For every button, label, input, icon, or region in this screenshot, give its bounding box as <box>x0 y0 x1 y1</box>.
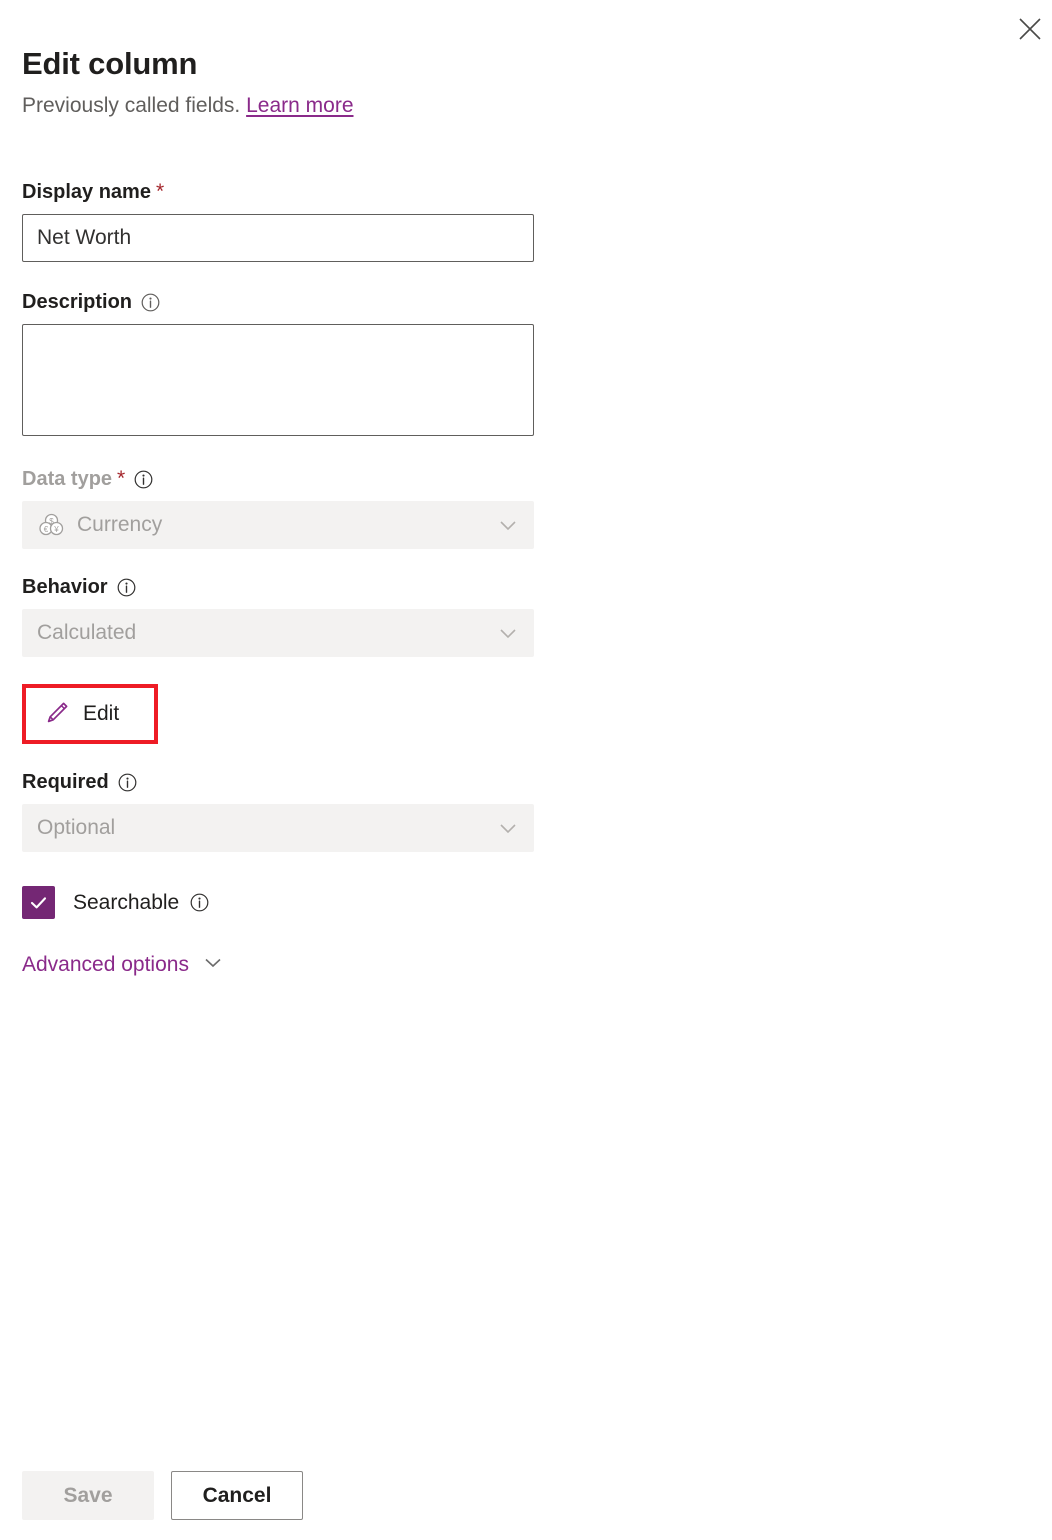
description-label-row: Description <box>22 290 534 314</box>
edit-behavior-button[interactable]: Edit <box>26 688 154 740</box>
field-required: Required Optional <box>22 770 534 852</box>
panel-subtitle: Previously called fields. Learn more <box>22 92 1030 120</box>
edit-behavior-container: Edit <box>22 684 158 744</box>
display-name-label: Display name <box>22 180 151 204</box>
required-value: Optional <box>37 816 497 840</box>
behavior-dropdown[interactable]: Calculated <box>22 609 534 657</box>
pencil-icon <box>43 699 71 730</box>
field-behavior: Behavior Calculated <box>22 575 534 657</box>
behavior-label-row: Behavior <box>22 575 534 599</box>
display-name-input[interactable] <box>22 214 534 262</box>
field-description: Description <box>22 290 534 441</box>
description-textarea[interactable] <box>22 324 534 436</box>
data-type-value: Currency <box>77 513 497 537</box>
field-display-name: Display name * <box>22 180 534 262</box>
close-button[interactable] <box>1008 8 1052 52</box>
searchable-label: Searchable <box>73 891 179 915</box>
required-dropdown[interactable]: Optional <box>22 804 534 852</box>
info-icon[interactable] <box>141 293 160 312</box>
svg-text:¥: ¥ <box>53 525 59 534</box>
description-label: Description <box>22 290 132 314</box>
edit-behavior-label: Edit <box>83 702 119 726</box>
edit-column-panel: Edit column Previously called fields. Le… <box>0 0 1052 1540</box>
info-icon[interactable] <box>190 893 209 912</box>
panel-header: Edit column Previously called fields. Le… <box>22 44 1030 120</box>
svg-text:€: € <box>44 525 49 534</box>
info-icon[interactable] <box>117 578 136 597</box>
required-label: Required <box>22 770 109 794</box>
field-data-type: Data type * $ € <box>22 467 534 549</box>
save-button[interactable]: Save <box>22 1471 154 1520</box>
required-asterisk: * <box>156 182 164 202</box>
panel-footer: Save Cancel <box>22 1471 303 1520</box>
required-label-row: Required <box>22 770 534 794</box>
info-icon[interactable] <box>134 470 153 489</box>
behavior-label: Behavior <box>22 575 108 599</box>
info-icon[interactable] <box>118 773 137 792</box>
data-type-label: Data type <box>22 467 112 491</box>
searchable-checkbox-row[interactable]: Searchable <box>22 886 209 919</box>
required-asterisk: * <box>117 469 125 489</box>
behavior-value: Calculated <box>37 621 497 645</box>
form-body: Display name * Description <box>22 180 534 979</box>
close-icon <box>1017 16 1043 45</box>
page-title: Edit column <box>22 44 1030 84</box>
chevron-down-icon <box>497 817 519 839</box>
currency-icon: $ € ¥ <box>37 511 65 539</box>
chevron-down-icon <box>497 622 519 644</box>
chevron-down-icon <box>497 514 519 536</box>
chevron-down-icon <box>201 950 225 979</box>
learn-more-link[interactable]: Learn more <box>246 94 353 117</box>
cancel-button[interactable]: Cancel <box>171 1471 303 1520</box>
advanced-options-toggle[interactable]: Advanced options <box>22 950 225 979</box>
subtitle-text: Previously called fields. <box>22 94 240 117</box>
data-type-label-row: Data type * <box>22 467 534 491</box>
display-name-label-row: Display name * <box>22 180 534 204</box>
data-type-dropdown[interactable]: $ € ¥ Currency <box>22 501 534 549</box>
advanced-options-label: Advanced options <box>22 953 189 977</box>
searchable-checkbox[interactable] <box>22 886 55 919</box>
